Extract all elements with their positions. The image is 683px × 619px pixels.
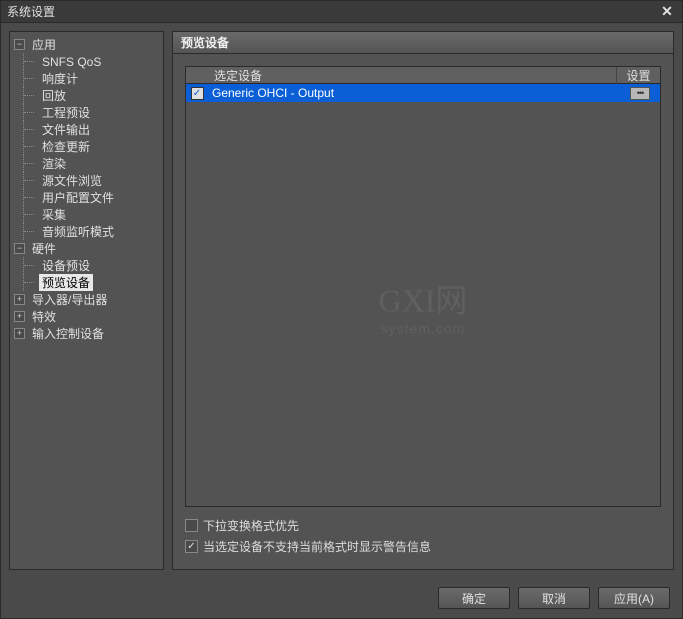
tree-node-input[interactable]: + 输入控制设备	[12, 325, 161, 342]
window-title: 系统设置	[7, 3, 55, 20]
device-checkbox[interactable]: ✓	[191, 87, 204, 100]
col-header-device: 选定设备	[186, 67, 616, 84]
expander-icon[interactable]: +	[14, 311, 25, 322]
tree-node-importer[interactable]: + 导入器/导出器	[12, 291, 161, 308]
tree-node-effects[interactable]: + 特效	[12, 308, 161, 325]
device-settings-button[interactable]: •••	[630, 87, 650, 100]
tree-leaf-render[interactable]: 渲染	[12, 155, 161, 172]
device-list-header: 选定设备 设置	[185, 66, 661, 84]
tree-node-hardware[interactable]: − 硬件	[12, 240, 161, 257]
checkbox-checked[interactable]: ✓	[185, 540, 198, 553]
tree-leaf-playback[interactable]: 回放	[12, 87, 161, 104]
tree-leaf-project-preset[interactable]: 工程预设	[12, 104, 161, 121]
panel-body: 选定设备 设置 ✓ Generic OHCI - Output ••• GXI网…	[172, 54, 674, 570]
expander-icon[interactable]: +	[14, 294, 25, 305]
expander-icon[interactable]: −	[14, 39, 25, 50]
tree-node-app[interactable]: − 应用	[12, 36, 161, 53]
device-row[interactable]: ✓ Generic OHCI - Output •••	[186, 84, 660, 102]
expander-icon[interactable]: +	[14, 328, 25, 339]
cancel-button[interactable]: 取消	[518, 587, 590, 609]
watermark: GXI网 system.com	[379, 289, 468, 334]
option-label: 下拉变换格式优先	[203, 517, 299, 534]
close-icon[interactable]: ✕	[658, 3, 676, 21]
content-area: − 应用 SNFS QoS 响度计 回放 工程预设 文件输出 检查更新 渲染 源…	[1, 23, 682, 578]
sidebar-tree: − 应用 SNFS QoS 响度计 回放 工程预设 文件输出 检查更新 渲染 源…	[9, 31, 164, 570]
panel-title: 预览设备	[172, 31, 674, 54]
main-panel: 预览设备 选定设备 设置 ✓ Generic OHCI - Output •••…	[172, 31, 674, 570]
tree-leaf-user-profile[interactable]: 用户配置文件	[12, 189, 161, 206]
dialog-footer: 确定 取消 应用(A)	[1, 578, 682, 618]
checkbox-unchecked[interactable]	[185, 519, 198, 532]
option-label: 当选定设备不支持当前格式时显示警告信息	[203, 538, 431, 555]
tree-leaf-source-browse[interactable]: 源文件浏览	[12, 172, 161, 189]
device-name: Generic OHCI - Output	[208, 86, 620, 100]
tree-leaf-device-preset[interactable]: 设备预设	[12, 257, 161, 274]
tree-leaf-audio-monitor[interactable]: 音频监听模式	[12, 223, 161, 240]
tree-leaf-capture[interactable]: 采集	[12, 206, 161, 223]
col-header-settings: 设置	[616, 67, 660, 84]
titlebar: 系统设置 ✕	[1, 1, 682, 23]
apply-button[interactable]: 应用(A)	[598, 587, 670, 609]
option-pulldown[interactable]: 下拉变换格式优先	[185, 515, 661, 536]
option-warning[interactable]: ✓ 当选定设备不支持当前格式时显示警告信息	[185, 536, 661, 557]
tree-leaf-snfs[interactable]: SNFS QoS	[12, 53, 161, 70]
tree-leaf-file-output[interactable]: 文件输出	[12, 121, 161, 138]
ok-button[interactable]: 确定	[438, 587, 510, 609]
expander-icon[interactable]: −	[14, 243, 25, 254]
tree-leaf-preview-device[interactable]: 预览设备	[12, 274, 161, 291]
tree-leaf-check-update[interactable]: 检查更新	[12, 138, 161, 155]
device-list: ✓ Generic OHCI - Output ••• GXI网 system.…	[185, 84, 661, 507]
options-area: 下拉变换格式优先 ✓ 当选定设备不支持当前格式时显示警告信息	[185, 507, 661, 557]
tree-leaf-loudness[interactable]: 响度计	[12, 70, 161, 87]
